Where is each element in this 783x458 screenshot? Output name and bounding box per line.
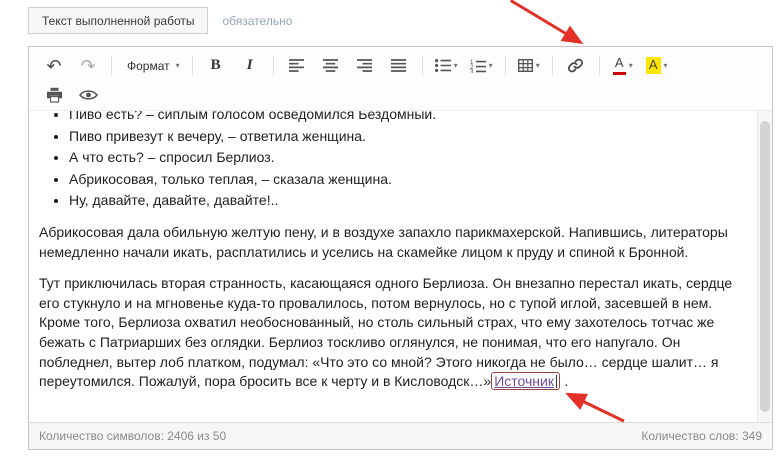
format-label: Формат xyxy=(127,58,170,73)
align-right-icon xyxy=(357,59,373,72)
print-button[interactable] xyxy=(39,82,69,108)
toolbar-separator xyxy=(421,56,423,75)
link-annotation-box: Источник xyxy=(491,372,561,391)
paragraph: Абрикосовая дала обильную желтую пену, и… xyxy=(39,223,728,260)
list-item: Пиво привезут к вечеру, – ответила женщи… xyxy=(69,127,744,147)
bg-color-button[interactable]: A ▾ xyxy=(642,53,672,79)
tab-label: Текст выполненной работы xyxy=(42,13,195,28)
bg-color-icon: A xyxy=(645,57,661,74)
editor-text: Пиво есть? – сиплым голосом осведомился … xyxy=(39,111,744,392)
annotation-arrow-to-link-button xyxy=(509,0,584,45)
scrollbar-thumb[interactable] xyxy=(760,121,770,412)
editor-content[interactable]: Пиво есть? – сиплым голосом осведомился … xyxy=(29,111,772,422)
preview-button[interactable] xyxy=(73,82,103,108)
text-color-letter: A xyxy=(614,55,624,71)
after-link-text: . xyxy=(560,373,569,390)
paragraph-text: Тут приключилась вторая странность, каса… xyxy=(39,275,733,390)
redo-button[interactable]: ↷ xyxy=(73,53,103,79)
eye-icon xyxy=(78,89,98,100)
editor-toolbar: ↶ ↷ Формат ▾ B I ▾ 1 2 3 ▾ ▾ A ▾ A ▾ xyxy=(29,47,772,111)
link-button[interactable] xyxy=(561,53,591,79)
bold-button[interactable]: B xyxy=(201,53,231,79)
numbered-list-icon: 123 xyxy=(470,59,486,73)
text-color-swatch xyxy=(612,71,626,75)
text-caret xyxy=(555,375,558,389)
paragraph: Тут приключилась вторая странность, каса… xyxy=(39,274,744,392)
toolbar-separator xyxy=(111,56,112,75)
numbered-list-button[interactable]: 1 2 3 ▾ xyxy=(466,53,497,79)
rich-text-editor: ↶ ↷ Формат ▾ B I ▾ 1 2 3 ▾ ▾ A ▾ A ▾ • П… xyxy=(28,46,773,450)
align-right-button[interactable] xyxy=(350,53,380,79)
chevron-down-icon: ▾ xyxy=(175,60,180,70)
chevron-down-icon: ▾ xyxy=(453,60,458,70)
tab-work-text[interactable]: Текст выполненной работы xyxy=(28,7,209,34)
toolbar-separator xyxy=(598,56,600,75)
chevron-down-icon: ▾ xyxy=(488,60,493,70)
list-item: Пиво есть? – сиплым голосом осведомился … xyxy=(69,111,744,125)
table-button[interactable]: ▾ xyxy=(514,53,544,79)
text-color-button[interactable]: A ▾ xyxy=(608,53,638,79)
format-dropdown[interactable]: Формат ▾ xyxy=(120,53,184,79)
table-icon xyxy=(517,59,533,72)
print-icon xyxy=(46,87,62,103)
undo-icon: ↶ xyxy=(46,55,62,76)
chevron-down-icon: ▾ xyxy=(628,60,633,70)
bullet-list-icon xyxy=(434,59,451,72)
align-left-button[interactable] xyxy=(282,53,312,79)
align-center-icon xyxy=(323,59,339,72)
bold-icon: B xyxy=(210,57,221,73)
required-label: обязательно xyxy=(222,13,293,28)
redo-icon: ↷ xyxy=(80,55,96,76)
align-justify-button[interactable] xyxy=(384,53,414,79)
align-center-button[interactable] xyxy=(316,53,346,79)
source-link[interactable]: Источник xyxy=(494,373,554,389)
list-item: Ну, давайте, давайте, давайте!.. xyxy=(69,191,744,211)
toolbar-separator xyxy=(504,56,506,75)
counter-bar: Количество символов: 2406 из 50 Количест… xyxy=(29,422,772,449)
list-item: Абрикосовая, только теплая, – сказала же… xyxy=(69,170,744,190)
chevron-down-icon: ▾ xyxy=(535,60,540,70)
chevron-down-icon: ▾ xyxy=(663,60,668,70)
word-count: Количество слов: 349 xyxy=(641,429,762,443)
toolbar-row-2 xyxy=(37,81,764,108)
svg-text:3: 3 xyxy=(470,69,474,73)
link-icon xyxy=(568,58,584,73)
toolbar-row-1: ↶ ↷ Формат ▾ B I ▾ 1 2 3 ▾ ▾ A ▾ A ▾ xyxy=(37,50,764,81)
list-item: А что есть? – спросил Берлиоз. xyxy=(69,148,744,168)
toolbar-separator xyxy=(551,56,553,75)
toolbar-separator xyxy=(191,56,193,75)
scrollbar[interactable] xyxy=(757,111,772,422)
align-justify-icon xyxy=(391,59,407,72)
toolbar-separator xyxy=(272,56,274,75)
text-color-icon: A xyxy=(612,55,626,75)
italic-icon: I xyxy=(246,57,253,73)
italic-button[interactable]: I xyxy=(235,53,265,79)
bullet-list-button[interactable]: ▾ xyxy=(431,53,462,79)
tabs-row: Текст выполненной работы обязательно xyxy=(28,7,292,34)
bullet-list: Пиво есть? – сиплым голосом осведомился … xyxy=(39,111,744,211)
undo-button[interactable]: ↶ xyxy=(39,53,69,79)
align-left-icon xyxy=(289,59,305,72)
char-count: Количество символов: 2406 из 50 xyxy=(39,429,227,443)
